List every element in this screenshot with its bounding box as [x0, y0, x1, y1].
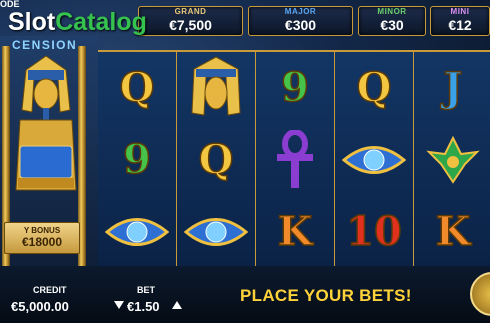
symbol-k: K: [277, 208, 313, 255]
left-pharaoh-panel: Y BONUS €18000: [0, 36, 98, 266]
jackpot-grand-label: GRAND: [174, 7, 207, 16]
symbol-j: J: [443, 64, 463, 111]
reel-2: Q: [177, 52, 257, 268]
symbol-cell: [414, 124, 490, 196]
symbol-cell: Q: [335, 52, 413, 124]
symbol-cell: [98, 196, 176, 268]
symbol-9: 9: [122, 136, 151, 183]
jackpot-minor-value: €30: [380, 17, 404, 33]
symbol-k: K: [435, 208, 471, 255]
green-scarab-emblem-icon: [426, 135, 480, 184]
symbol-cell: 9: [98, 124, 176, 196]
symbol-cell: [177, 196, 255, 268]
bonus-plaque: Y BONUS €18000: [4, 222, 80, 254]
jackpot-mini: MINI €12: [430, 6, 490, 36]
jackpot-mini-value: €12: [448, 17, 472, 33]
reel-1: Q 9: [98, 52, 178, 268]
symbol-9: 9: [280, 64, 309, 111]
blue-eye-gem-icon: [342, 146, 406, 174]
symbol-q: Q: [198, 136, 234, 183]
symbol-cell: [256, 124, 334, 196]
symbol-cell: 9: [256, 52, 334, 124]
bet-decrease-button[interactable]: [114, 301, 124, 309]
symbol-cell: 10: [335, 196, 413, 268]
jackpot-major-value: €300: [284, 17, 317, 33]
credit-label: CREDIT: [33, 285, 67, 295]
blue-eye-gem-icon: [184, 218, 248, 246]
symbol-cell: [335, 124, 413, 196]
bonus-value: €18000: [21, 235, 63, 249]
blue-eye-gem-icon: [105, 218, 169, 246]
reel-grid: Q 9 Q 9 K Q 10 J K: [98, 50, 490, 268]
symbol-cell: J: [414, 52, 490, 124]
jackpot-minor-label: MINOR: [377, 7, 407, 16]
symbol-cell: [177, 52, 255, 124]
reel-5: J K: [414, 52, 490, 268]
pharaoh-statue-icon: [15, 55, 77, 191]
symbol-cell: K: [256, 196, 334, 268]
symbol-cell: K: [414, 196, 490, 268]
bet-increase-button[interactable]: [172, 301, 182, 309]
jackpot-major-label: MAJOR: [284, 7, 317, 16]
credit-value: €5,000.00: [11, 299, 69, 314]
symbol-cell: Q: [98, 52, 176, 124]
reel-3: 9 K: [256, 52, 336, 268]
jackpot-minor: MINOR €30: [358, 6, 426, 36]
purple-ankh-icon: [277, 130, 313, 188]
symbol-cell: Q: [177, 124, 255, 196]
pharaoh-mask-icon: [191, 56, 241, 116]
jackpot-grand: GRAND €7,500: [138, 6, 243, 36]
jackpot-mini-label: MINI: [450, 7, 470, 16]
bet-value: €1.50: [127, 299, 160, 314]
bonus-label: Y BONUS: [23, 226, 61, 235]
symbol-10: 10: [345, 208, 402, 255]
reel-4: Q 10: [335, 52, 415, 268]
watermark-part1: Slot: [8, 8, 56, 36]
status-message: PLACE YOUR BETS!: [240, 286, 412, 305]
game-title-fragment: CENSION: [12, 38, 78, 52]
symbol-q: Q: [356, 64, 392, 111]
watermark: SlotCatalog: [8, 8, 147, 37]
watermark-part2: Catalog: [55, 8, 147, 36]
bet-label: BET: [137, 285, 155, 295]
jackpot-grand-value: €7,500: [169, 17, 212, 33]
jackpot-major: MAJOR €300: [248, 6, 353, 36]
symbol-q: Q: [119, 64, 155, 111]
